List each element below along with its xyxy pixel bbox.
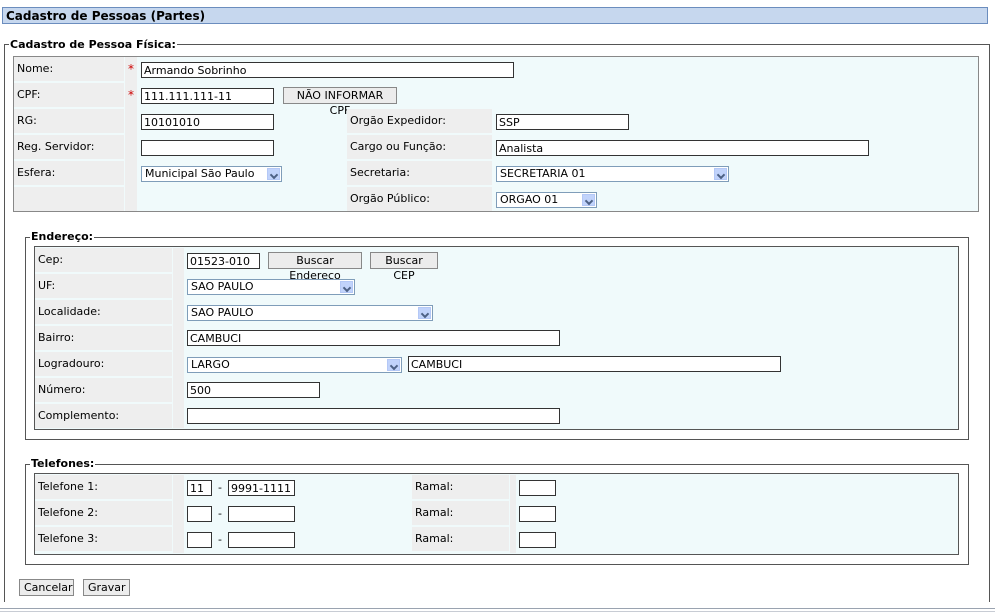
nome-input[interactable] [141, 62, 514, 78]
localidade-select[interactable]: SAO PAULO [187, 305, 433, 321]
secretaria-select[interactable]: SECRETARIA 01 [496, 166, 729, 182]
chevron-down-icon[interactable] [387, 359, 400, 371]
endereco-legend: Endereço: [30, 230, 95, 243]
bairro-label: Bairro: [35, 326, 172, 350]
numero-label: Número: [35, 378, 172, 402]
telefone-1-label: Telefone 1: [35, 475, 172, 499]
telefones-legend: Telefones: [30, 457, 96, 470]
buscar-endereco-button[interactable]: Buscar Endereço [268, 252, 362, 282]
reg-servidor-input[interactable] [141, 140, 274, 156]
esfera-select-value: Municipal São Paulo [145, 167, 255, 180]
localidade-select-value: SAO PAULO [191, 306, 254, 319]
cpf-label: CPF: [14, 83, 124, 107]
cargo-label: Cargo ou Função: [347, 135, 492, 159]
telefone-1-ramal-label: Ramal: [412, 475, 509, 499]
req-col [125, 57, 137, 211]
logradouro-input[interactable] [408, 356, 781, 372]
page-title: Cadastro de Pessoas (Partes) [2, 7, 988, 24]
orgao-publico-select[interactable]: ORGAO 01 [496, 192, 597, 208]
nome-label: Nome: [14, 57, 124, 81]
localidade-label: Localidade: [35, 300, 172, 324]
uf-label: UF: [35, 274, 172, 298]
telefone-1-numero-input[interactable] [228, 480, 295, 496]
cep-input[interactable] [187, 253, 260, 269]
cpf-input[interactable] [141, 88, 274, 104]
telefones-spacer-col [173, 475, 184, 553]
logradouro-label: Logradouro: [35, 352, 172, 376]
uf-select-value: SAO PAULO [191, 280, 254, 293]
telefone-1-dash: - [218, 481, 222, 494]
chevron-down-icon[interactable] [714, 168, 727, 180]
telefone-2-dash: - [218, 507, 222, 520]
telefone-3-ramal-label: Ramal: [412, 527, 509, 551]
rg-label: RG: [14, 109, 124, 133]
gravar-button[interactable]: Gravar [83, 579, 130, 596]
telefone-1-ramal-input[interactable] [519, 480, 556, 496]
secretaria-select-value: SECRETARIA 01 [500, 167, 586, 180]
ramal-spacer-col [510, 475, 516, 553]
bottom-divider-2 [0, 611, 995, 612]
telefone-3-ddd-input[interactable] [187, 532, 212, 548]
telefone-1-ddd-input[interactable] [187, 480, 212, 496]
pessoa-fisica-panel [13, 56, 979, 212]
reg-servidor-label: Reg. Servidor: [14, 135, 124, 159]
numero-input[interactable] [187, 382, 320, 398]
pessoa-fisica-legend: Cadastro de Pessoa Física: [9, 38, 177, 51]
cpf-required-mark: * [128, 88, 134, 102]
secretaria-label: Secretaria: [347, 161, 492, 185]
nome-required-mark: * [128, 62, 134, 76]
buscar-cep-button[interactable]: Buscar CEP [370, 252, 438, 282]
complemento-input[interactable] [187, 408, 560, 424]
telefone-3-numero-input[interactable] [228, 532, 295, 548]
telefone-2-ddd-input[interactable] [187, 506, 212, 522]
rg-input[interactable] [141, 114, 274, 130]
telefone-3-ramal-input[interactable] [519, 532, 556, 548]
telefone-2-label: Telefone 2: [35, 501, 172, 525]
complemento-label: Complemento: [35, 404, 172, 428]
orgao-publico-select-value: ORGAO 01 [500, 193, 559, 206]
chevron-down-icon[interactable] [267, 168, 280, 180]
telefone-2-numero-input[interactable] [228, 506, 295, 522]
cancelar-button[interactable]: Cancelar [19, 579, 74, 596]
orgao-expedidor-label: Orgão Expedidor: [347, 109, 492, 133]
orgao-publico-label: Orgão Público: [347, 187, 492, 211]
orgao-expedidor-input[interactable] [496, 114, 629, 130]
empty-label-cell [14, 187, 124, 211]
uf-select[interactable]: SAO PAULO [187, 279, 355, 295]
bottom-divider [0, 608, 995, 609]
chevron-down-icon[interactable] [582, 194, 595, 206]
bairro-input[interactable] [187, 330, 560, 346]
telefone-3-dash: - [218, 533, 222, 546]
esfera-select[interactable]: Municipal São Paulo [141, 166, 282, 182]
cep-label: Cep: [35, 248, 172, 272]
cargo-input[interactable] [496, 140, 869, 156]
esfera-label: Esfera: [14, 161, 124, 185]
logradouro-tipo-select[interactable]: LARGO [187, 357, 402, 373]
chevron-down-icon[interactable] [340, 281, 353, 293]
nao-informar-cpf-button[interactable]: NÃO INFORMAR CPF [283, 87, 397, 117]
telefone-2-ramal-input[interactable] [519, 506, 556, 522]
telefone-2-ramal-label: Ramal: [412, 501, 509, 525]
logradouro-tipo-value: LARGO [191, 358, 230, 371]
endereco-spacer-col [173, 248, 184, 428]
chevron-down-icon[interactable] [418, 307, 431, 319]
telefone-3-label: Telefone 3: [35, 527, 172, 551]
